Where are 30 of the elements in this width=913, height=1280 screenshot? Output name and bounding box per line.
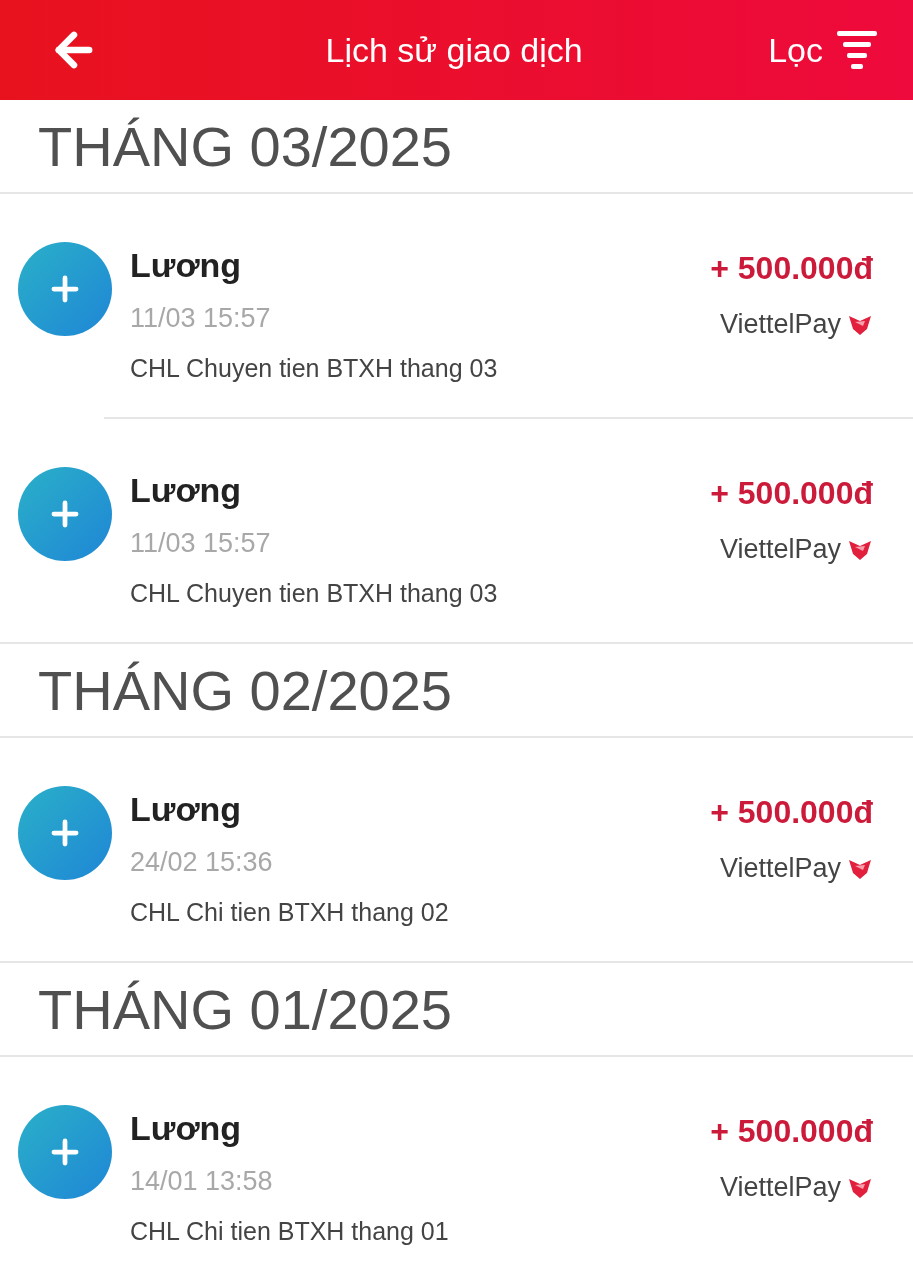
transaction-amount: + 500.000đ	[710, 794, 873, 831]
payment-source: ViettelPay	[719, 309, 841, 340]
transaction-amount: + 500.000đ	[710, 475, 873, 512]
transaction-title: Lương	[130, 246, 243, 285]
transaction-row[interactable]: Lương 14/01 13:58 CHL Chi tien BTXH thang 01 + 500.000đ ViettelPay	[0, 1057, 913, 1280]
transaction-row[interactable]: Lương 24/02 15:36 CHL Chi tien BTXH thang 02 + 500.000đ ViettelPay	[0, 738, 913, 963]
transaction-row[interactable]: Lương 11/03 15:57 CHL Chuyen tien BTXH thang 03 + 500.000đ ViettelPay	[0, 419, 913, 644]
transaction-description: CHL Chuyen tien BTXH thang 03	[130, 354, 499, 383]
transaction-description: CHL Chi tien BTXH thang 01	[130, 1217, 450, 1246]
transaction-row[interactable]: Lương 11/03 15:57 CHL Chuyen tien BTXH thang 03 + 500.000đ ViettelPay	[0, 194, 913, 419]
month-heading: THÁNG 02/2025	[0, 644, 913, 738]
transaction-title: Lương	[130, 471, 243, 510]
transaction-time: 11/03 15:57	[130, 303, 272, 334]
transaction-time: 14/01 13:58	[130, 1166, 274, 1197]
transaction-time: 11/03 15:57	[130, 528, 272, 559]
payment-source: ViettelPay	[719, 534, 841, 565]
transaction-description: CHL Chuyen tien BTXH thang 03	[130, 579, 499, 608]
filter-button[interactable]: Lọc	[768, 30, 877, 70]
payment-source: ViettelPay	[719, 853, 841, 884]
transaction-title: Lương	[130, 1109, 243, 1148]
transaction-amount: + 500.000đ	[710, 1113, 873, 1150]
transaction-amount: + 500.000đ	[710, 250, 873, 287]
screen-title: Lịch sử giao dịch	[324, 30, 584, 70]
transaction-title: Lương	[130, 790, 243, 829]
month-heading: THÁNG 01/2025	[0, 963, 913, 1057]
transaction-time: 24/02 15:36	[130, 847, 274, 878]
month-heading: THÁNG 03/2025	[0, 100, 913, 194]
payment-source: ViettelPay	[719, 1172, 841, 1203]
filter-icon	[837, 31, 877, 69]
transaction-description: CHL Chi tien BTXH thang 02	[130, 898, 450, 927]
